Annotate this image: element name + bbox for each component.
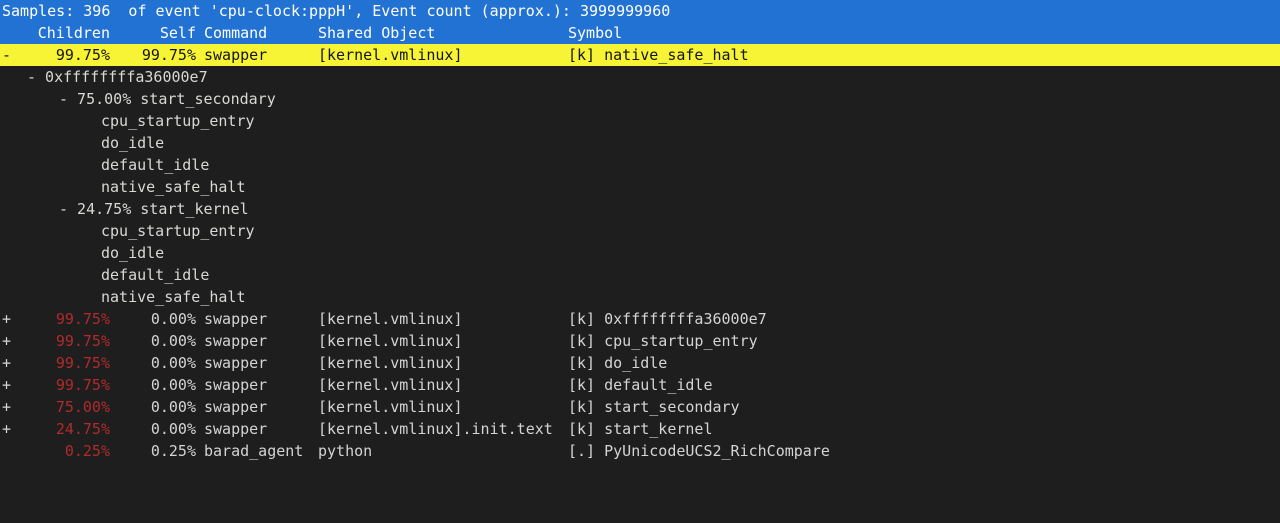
callgraph-frame-label: native_safe_halt — [101, 178, 246, 196]
table-row[interactable]: +99.75% 0.00% swapper [kernel.vmlinux] [k] d… — [0, 352, 1280, 374]
callgraph-frame-label: default_idle — [101, 156, 210, 174]
callgraph-row[interactable]: native_safe_halt — [0, 176, 1280, 198]
shared-object-value: [kernel.vmlinux] — [318, 398, 463, 416]
table-row[interactable]: +24.75% 0.00% swapper [kernel.vmlinux].init… — [0, 418, 1280, 440]
callgraph-row[interactable]: - 75.00% start_secondary — [0, 88, 1280, 110]
self-percent: 99.75% — [141, 46, 196, 64]
command-value: barad_agent — [204, 442, 304, 460]
callgraph-tree: - 0xffffffffa36000e7 - 75.00% start_secon… — [0, 66, 1280, 308]
self-percent: 0.25% — [150, 442, 196, 460]
children-percent: 99.75% — [55, 310, 110, 328]
column-header-command[interactable]: Command — [204, 22, 267, 44]
callgraph-frame-label: native_safe_halt — [101, 288, 246, 306]
children-percent: 99.75% — [55, 376, 110, 394]
table-row[interactable]: +75.00% 0.00% swapper [kernel.vmlinux] [k] s… — [0, 396, 1280, 418]
symbol-value: [k] default_idle — [568, 376, 713, 394]
shared-object-value: [kernel.vmlinux] — [318, 332, 463, 350]
status-line: Samples: 396 of event 'cpu-clock:pppH', … — [0, 0, 1280, 22]
column-header-self[interactable]: Self — [110, 22, 196, 44]
symbol-value: [k] start_secondary — [568, 398, 740, 416]
children-percent: 99.75% — [55, 46, 110, 64]
self-percent: 0.00% — [150, 398, 196, 416]
column-header-children[interactable]: Children — [14, 22, 110, 44]
expand-collapse-marker[interactable]: + — [2, 374, 14, 396]
callgraph-frame-label: default_idle — [101, 266, 210, 284]
self-percent: 0.00% — [150, 420, 196, 438]
children-percent: 75.00% — [55, 398, 110, 416]
symbol-value: [k] cpu_startup_entry — [568, 332, 758, 350]
callgraph-frame-label: do_idle — [101, 244, 165, 262]
shared-object-value: python — [318, 442, 373, 460]
shared-object-value: [kernel.vmlinux].init.text — [318, 420, 553, 438]
callgraph-row[interactable]: do_idle — [0, 132, 1280, 154]
symbol-value: [k] 0xffffffffa36000e7 — [568, 310, 767, 328]
shared-object-value: [kernel.vmlinux] — [318, 376, 463, 394]
command-value: swapper — [204, 332, 268, 350]
self-percent: 0.00% — [150, 376, 196, 394]
self-percent: 0.00% — [150, 354, 196, 372]
self-percent: 0.00% — [150, 332, 196, 350]
symbol-value: [.] PyUnicodeUCS2_RichCompare — [568, 442, 830, 460]
children-percent: 0.25% — [64, 442, 110, 460]
children-percent: 99.75% — [55, 354, 110, 372]
callgraph-frame-label: - 0xffffffffa36000e7 — [27, 68, 208, 86]
callgraph-row[interactable]: cpu_startup_entry — [0, 220, 1280, 242]
selected-table-row[interactable]: - 99.75% 99.75% swapper [kernel.vmlinux]… — [0, 44, 1280, 66]
command-value: swapper — [204, 310, 268, 328]
expand-collapse-marker[interactable]: - — [2, 44, 14, 66]
command-value: swapper — [204, 376, 268, 394]
shared-object-value: [kernel.vmlinux] — [318, 310, 463, 328]
callgraph-row[interactable]: default_idle — [0, 264, 1280, 286]
table-row[interactable]: 0.25% 0.25% barad_agent python [.] PyUnicode… — [0, 440, 1280, 462]
symbol-value: [k] start_kernel — [568, 420, 713, 438]
command-value: swapper — [204, 354, 268, 372]
callgraph-row[interactable]: - 24.75% start_kernel — [0, 198, 1280, 220]
table-row[interactable]: +99.75% 0.00% swapper [kernel.vmlinux] [k] d… — [0, 374, 1280, 396]
callgraph-row[interactable]: - 0xffffffffa36000e7 — [0, 66, 1280, 88]
column-header-symbol[interactable]: Symbol — [568, 22, 622, 44]
table-row[interactable]: +99.75% 0.00% swapper [kernel.vmlinux] [k] c… — [0, 330, 1280, 352]
callgraph-frame-label: cpu_startup_entry — [101, 112, 255, 130]
expand-collapse-marker[interactable]: + — [2, 396, 14, 418]
symbol-value: [k] do_idle — [568, 354, 668, 372]
command-value: swapper — [204, 46, 268, 64]
column-header-row: Children Self Command Shared Object Symb… — [0, 22, 1280, 44]
expand-collapse-marker[interactable]: + — [2, 308, 14, 330]
children-percent: 24.75% — [55, 420, 110, 438]
callgraph-row[interactable]: cpu_startup_entry — [0, 110, 1280, 132]
callgraph-frame-label: - 24.75% start_kernel — [59, 200, 249, 218]
callgraph-frame-label: cpu_startup_entry — [101, 222, 255, 240]
expand-collapse-marker[interactable]: + — [2, 418, 14, 440]
callgraph-frame-label: - 75.00% start_secondary — [59, 90, 276, 108]
expand-collapse-marker[interactable]: + — [2, 352, 14, 374]
callgraph-frame-label: do_idle — [101, 134, 165, 152]
self-percent: 0.00% — [150, 310, 196, 328]
callgraph-row[interactable]: native_safe_halt — [0, 286, 1280, 308]
symbol-value: [k] native_safe_halt — [568, 46, 749, 64]
command-value: swapper — [204, 420, 268, 438]
callgraph-row[interactable]: default_idle — [0, 154, 1280, 176]
shared-object-value: [kernel.vmlinux] — [318, 354, 463, 372]
perf-report-screen: Samples: 396 of event 'cpu-clock:pppH', … — [0, 0, 1280, 523]
children-percent: 99.75% — [55, 332, 110, 350]
table-row[interactable]: +99.75% 0.00% swapper [kernel.vmlinux] [k] 0… — [0, 308, 1280, 330]
shared-object-value: [kernel.vmlinux] — [318, 46, 463, 64]
table-body: +99.75% 0.00% swapper [kernel.vmlinux] [k] 0… — [0, 308, 1280, 462]
command-value: swapper — [204, 398, 268, 416]
status-line-text: Samples: 396 of event 'cpu-clock:pppH', … — [2, 2, 671, 20]
callgraph-row[interactable]: do_idle — [0, 242, 1280, 264]
column-header-shared-object[interactable]: Shared Object — [318, 22, 435, 44]
expand-collapse-marker[interactable]: + — [2, 330, 14, 352]
